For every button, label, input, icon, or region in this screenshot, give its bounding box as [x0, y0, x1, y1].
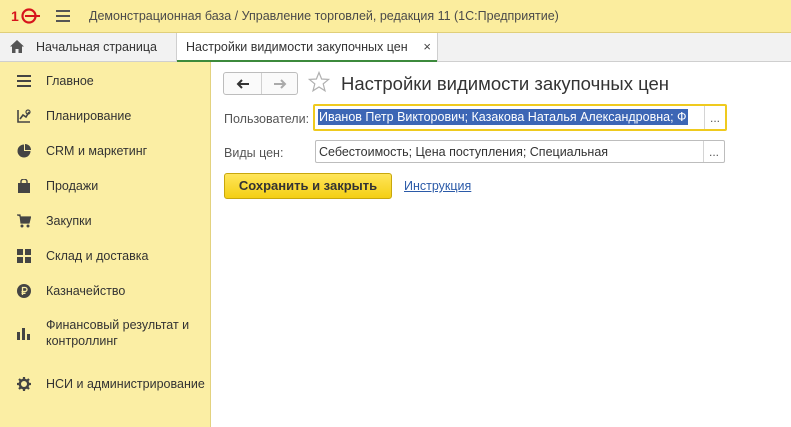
- instruction-link[interactable]: Инструкция: [404, 179, 471, 193]
- arrow-left-icon: [236, 78, 249, 89]
- form-title: Настройки видимости закупочных цен: [341, 73, 670, 94]
- sidebar-item-label: НСИ и администрирование: [46, 377, 205, 391]
- menu-lines-icon: [17, 75, 31, 87]
- favorite-star-icon[interactable]: [308, 71, 330, 93]
- title-bar: 1 Демонстрационная база / Управление тор…: [0, 0, 791, 33]
- price-types-field[interactable]: Себестоимость; Цена поступления; Специал…: [315, 140, 725, 163]
- price-types-value[interactable]: Себестоимость; Цена поступления; Специал…: [319, 144, 700, 161]
- sidebar-item-crm[interactable]: CRM и маркетинг: [0, 136, 210, 166]
- sidebar-item-admin[interactable]: НСИ и администрирование: [0, 366, 210, 402]
- price-types-label: Виды цен:: [224, 146, 284, 160]
- ruble-coin-icon: [17, 284, 31, 298]
- sidebar-item-planning[interactable]: Планирование: [0, 101, 210, 131]
- app-title: Демонстрационная база / Управление торго…: [89, 9, 559, 23]
- price-types-select-button[interactable]: ...: [703, 141, 724, 162]
- home-icon: [10, 40, 24, 53]
- sidebar-item-treasury[interactable]: Казначейство: [0, 276, 210, 306]
- gear-icon: [17, 377, 31, 391]
- sidebar-item-label: Закупки: [46, 214, 92, 228]
- main-menu-icon[interactable]: [56, 10, 70, 22]
- tab-visibility-settings[interactable]: Настройки видимости закупочных цен ×: [176, 33, 438, 62]
- sidebar-item-label: Казначейство: [46, 284, 126, 298]
- pie-chart-icon: [17, 144, 31, 158]
- tab-bar: Начальная страница Настройки видимости з…: [0, 33, 791, 62]
- sidebar-item-sales[interactable]: Продажи: [0, 171, 210, 201]
- sidebar-item-label: Финансовый результат и контроллинг: [46, 318, 190, 348]
- tab-active-label: Настройки видимости закупочных цен: [186, 40, 408, 54]
- navigation-buttons: [223, 72, 298, 95]
- users-value[interactable]: Иванов Петр Викторович; Казакова Наталья…: [318, 109, 701, 126]
- sidebar-item-warehouse[interactable]: Склад и доставка: [0, 241, 210, 271]
- users-select-button[interactable]: ...: [704, 106, 725, 129]
- arrow-right-icon: [273, 78, 286, 89]
- shopping-bag-icon: [18, 179, 30, 193]
- close-tab-icon[interactable]: ×: [423, 39, 431, 54]
- planning-icon: [17, 109, 31, 123]
- users-field[interactable]: Иванов Петр Викторович; Казакова Наталья…: [313, 104, 727, 131]
- sidebar-item-label: Главное: [46, 74, 94, 88]
- sidebar-item-label: Планирование: [46, 109, 132, 123]
- sidebar-item-label: Склад и доставка: [46, 249, 149, 263]
- tab-home-label: Начальная страница: [36, 40, 157, 54]
- forward-button[interactable]: [261, 73, 298, 94]
- save-and-close-button[interactable]: Сохранить и закрыть: [224, 173, 392, 199]
- tab-home[interactable]: Начальная страница: [0, 33, 170, 61]
- cart-icon: [17, 214, 31, 228]
- svg-text:1: 1: [11, 8, 19, 24]
- sidebar-item-label: Продажи: [46, 179, 99, 193]
- sidebar-item-label: CRM и маркетинг: [46, 144, 148, 158]
- sidebar-item-main[interactable]: Главное: [0, 66, 210, 96]
- form-area: Настройки видимости закупочных цен Польз…: [211, 62, 791, 427]
- sidebar-item-financial-result[interactable]: Финансовый результат и контроллинг: [0, 315, 210, 351]
- bar-chart-icon: [17, 328, 30, 340]
- users-label: Пользователи:: [224, 112, 310, 126]
- 1c-logo-icon: 1: [11, 8, 40, 24]
- back-button[interactable]: [224, 73, 262, 94]
- sidebar: Главное Планирование CRM и маркетинг Про…: [0, 62, 211, 427]
- sidebar-item-purchases[interactable]: Закупки: [0, 206, 210, 236]
- warehouse-grid-icon: [17, 249, 31, 263]
